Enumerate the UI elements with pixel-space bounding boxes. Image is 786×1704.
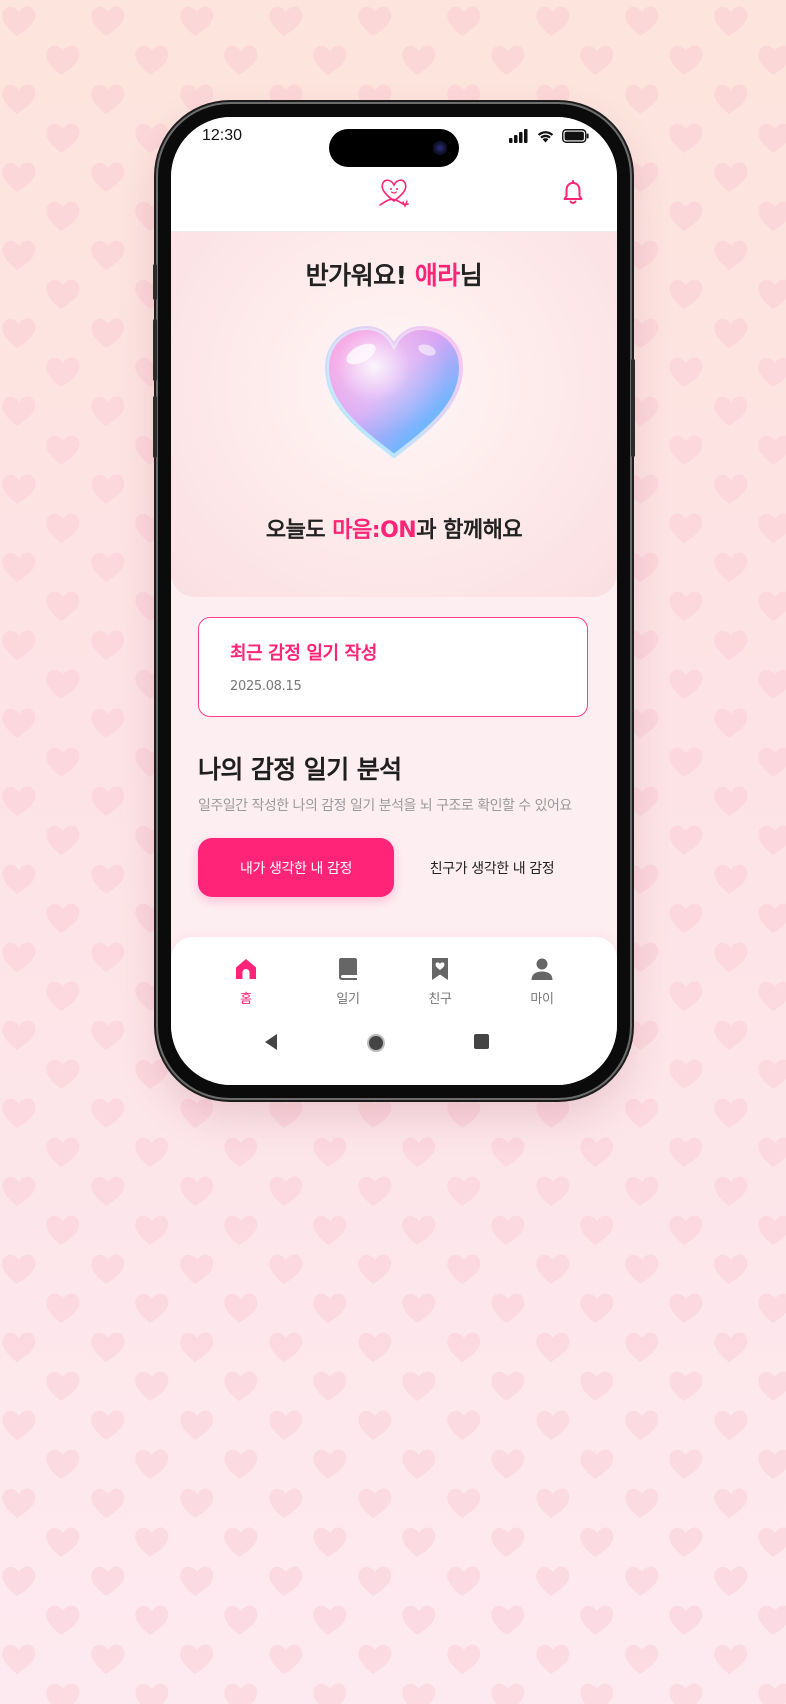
home-circle-icon[interactable] bbox=[366, 1033, 386, 1057]
volume-up-button bbox=[153, 319, 157, 381]
home-icon bbox=[236, 959, 256, 979]
recent-diary-title: 최근 감정 일기 작성 bbox=[230, 643, 377, 664]
phone-frame: 12:30 반가워요! 애라님 오늘도 마음:ON과 함께해요 최근 감정 일기… bbox=[153, 104, 635, 1098]
power-button bbox=[631, 359, 635, 457]
camera-icon bbox=[433, 141, 447, 155]
nav-item-diary[interactable]: 일기 bbox=[313, 955, 383, 1015]
volume-down-button bbox=[153, 396, 157, 458]
glossy-heart-icon bbox=[324, 325, 464, 459]
nav-item-home[interactable]: 홈 bbox=[211, 955, 281, 1015]
friends-emotion-button[interactable]: 친구가 생각한 내 감정 bbox=[394, 838, 590, 897]
signal-icon bbox=[509, 129, 528, 143]
recents-square-icon[interactable] bbox=[473, 1033, 491, 1055]
system-navigation-bar bbox=[171, 1031, 617, 1061]
phone-screen: 12:30 반가워요! 애라님 오늘도 마음:ON과 함께해요 최근 감정 일기… bbox=[171, 117, 617, 1085]
person-icon bbox=[531, 958, 553, 980]
nav-item-my[interactable]: 마이 bbox=[507, 955, 577, 1015]
tagline-text: 오늘도 마음:ON과 함께해요 bbox=[171, 512, 617, 544]
status-icons bbox=[509, 129, 589, 143]
user-name: 애라 bbox=[414, 261, 461, 290]
book-icon bbox=[339, 958, 357, 980]
recent-diary-date: 2025.08.15 bbox=[230, 679, 302, 694]
page: 12:30 반가워요! 애라님 오늘도 마음:ON과 함께해요 최근 감정 일기… bbox=[0, 0, 786, 1704]
analysis-description: 일주일간 작성한 나의 감정 일기 분석을 뇌 구조로 확인할 수 있어요 bbox=[198, 798, 572, 814]
bell-icon[interactable] bbox=[559, 179, 587, 207]
greeting-suffix: 님 bbox=[459, 261, 483, 290]
nav-item-friends[interactable]: 친구 bbox=[405, 955, 475, 1015]
heart-bookmark-icon bbox=[432, 958, 448, 980]
my-emotion-button[interactable]: 내가 생각한 내 감정 bbox=[198, 838, 394, 897]
back-icon[interactable] bbox=[263, 1033, 279, 1055]
recent-diary-card[interactable]: 최근 감정 일기 작성 2025.08.15 bbox=[198, 617, 588, 717]
nav-label-home: 홈 bbox=[240, 992, 252, 1007]
greeting-prefix: 반가워요! bbox=[305, 261, 415, 290]
status-bar: 12:30 bbox=[171, 117, 617, 169]
nav-label-diary: 일기 bbox=[336, 992, 360, 1007]
greeting-text: 반가워요! 애라님 bbox=[171, 256, 617, 292]
brand-name: 마음:ON bbox=[332, 518, 417, 543]
hero-section: 반가워요! 애라님 오늘도 마음:ON과 함께해요 bbox=[171, 232, 617, 597]
tagline-suffix: 과 함께해요 bbox=[416, 518, 523, 543]
nav-label-my: 마이 bbox=[530, 992, 554, 1007]
tagline-prefix: 오늘도 bbox=[265, 518, 333, 543]
nav-label-friends: 친구 bbox=[428, 992, 452, 1007]
heart-scribble-logo-icon[interactable] bbox=[376, 175, 412, 211]
action-button bbox=[153, 264, 157, 300]
analysis-title: 나의 감정 일기 분석 bbox=[198, 755, 402, 784]
battery-icon bbox=[562, 129, 589, 143]
status-time: 12:30 bbox=[202, 127, 243, 144]
app-header bbox=[171, 169, 617, 232]
bottom-navigation: 홈 일기 친구 마이 bbox=[171, 937, 617, 1085]
dynamic-island bbox=[329, 129, 459, 167]
wifi-icon bbox=[537, 131, 554, 143]
